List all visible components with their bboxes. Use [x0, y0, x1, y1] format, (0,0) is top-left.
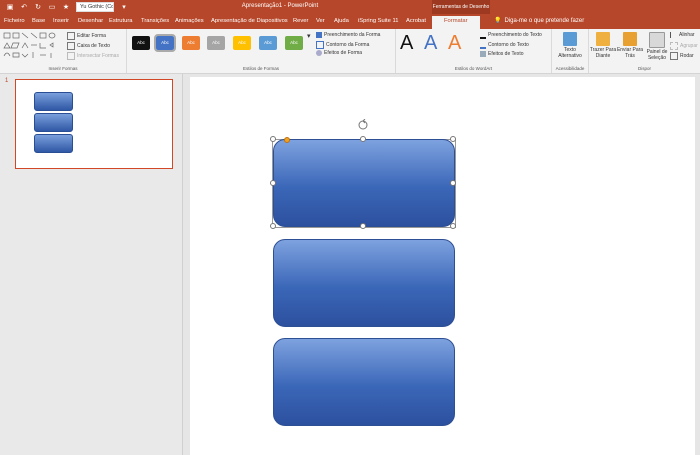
edit-shape-button[interactable]: Editar Forma: [67, 32, 106, 40]
resize-handle-n[interactable]: [360, 136, 366, 142]
style-preset-7[interactable]: Abc: [285, 36, 303, 50]
shapes-gallery[interactable]: [3, 32, 63, 60]
tab-base[interactable]: Base: [32, 18, 45, 24]
shape-styles-label: Estilos de Formas: [242, 66, 279, 71]
send-backward-button[interactable]: Enviar Para Trás: [616, 32, 644, 59]
selection-pane-button[interactable]: Painel de Seleção: [643, 32, 671, 61]
rotate-icon: [670, 52, 678, 60]
wordart-style-3[interactable]: A: [448, 32, 461, 55]
context-tab-group: Ferramentas de Desenho: [432, 0, 490, 14]
text-outline-button[interactable]: Contorno do Texto: [480, 41, 529, 49]
gallery-more-icon[interactable]: ▾: [307, 32, 311, 40]
text-box-button[interactable]: Caixa de Texto: [67, 42, 110, 50]
alt-text-button[interactable]: Texto Alternativo: [556, 32, 584, 59]
tab-apresentacao[interactable]: Apresentação de Diapositivos: [211, 18, 288, 24]
shape-fill-button[interactable]: Preenchimento da Forma: [316, 32, 380, 38]
slide-thumbnail-1[interactable]: [15, 79, 173, 169]
tab-ajuda[interactable]: Ajuda: [334, 18, 349, 24]
group-insert-shapes: Editar Forma Caixa de Texto Intersectar …: [0, 29, 127, 73]
text-fill-button[interactable]: Preenchimento do Texto: [480, 31, 542, 39]
send-backward-icon: [623, 32, 637, 46]
resize-handle-ne[interactable]: [450, 136, 456, 142]
rounded-rectangle-2[interactable]: [273, 239, 455, 327]
rotate-handle-icon[interactable]: [357, 119, 369, 131]
wordart-styles-label: Estilos do WordArt: [454, 66, 493, 71]
title-bar: ▣ ↶ ↻ ▭ ★ Yu Gothic (Co ▾ Apresentação1 …: [0, 0, 700, 14]
rounded-rectangle-1[interactable]: [273, 139, 455, 227]
rotate-button[interactable]: Rodar: [670, 52, 694, 60]
rounded-rectangle-3[interactable]: [273, 338, 455, 426]
slide-thumbnail-pane[interactable]: 1: [0, 74, 183, 455]
tab-ispring[interactable]: iSpring Suite 11: [358, 18, 399, 24]
alt-text-icon: [563, 32, 577, 46]
tab-rever[interactable]: Rever: [293, 18, 308, 24]
resize-handle-s[interactable]: [360, 223, 366, 229]
tab-acrobat[interactable]: Acrobat: [406, 18, 426, 24]
edit-shape-icon: [67, 32, 75, 40]
tab-ver[interactable]: Ver: [316, 18, 325, 24]
tab-formatar[interactable]: Formatar: [432, 16, 480, 29]
slide-number: 1: [5, 78, 9, 84]
insert-shapes-label: Inserir Formas: [48, 66, 78, 71]
tab-transicoes[interactable]: Transições: [141, 18, 169, 24]
tab-ficheiro[interactable]: Ficheiro: [4, 18, 25, 24]
style-preset-3[interactable]: Abc: [182, 36, 200, 50]
style-preset-6[interactable]: Abc: [259, 36, 277, 50]
slide-canvas[interactable]: [190, 77, 695, 455]
text-effects-icon: [480, 51, 486, 57]
merge-shapes-button[interactable]: Intersectar Formas: [67, 52, 119, 60]
group-wordart-styles: A A A Preenchimento do Texto Contorno do…: [396, 29, 552, 73]
resize-handle-nw[interactable]: [270, 136, 276, 142]
style-preset-5[interactable]: Abc: [233, 36, 251, 50]
bring-forward-icon: [596, 32, 610, 46]
ribbon: Editar Forma Caixa de Texto Intersectar …: [0, 29, 700, 74]
resize-handle-se[interactable]: [450, 223, 456, 229]
style-preset-2[interactable]: Abc: [154, 34, 176, 52]
style-preset-4[interactable]: Abc: [207, 36, 225, 50]
wordart-style-1[interactable]: A: [400, 32, 413, 55]
group-arrange: Trazer Para Diante Enviar Para Trás Pain…: [589, 29, 700, 73]
pen-icon: [316, 41, 324, 49]
effects-icon: [316, 50, 322, 56]
group-icon: [670, 42, 678, 50]
tab-desenhar[interactable]: Desenhar: [78, 18, 103, 24]
accessibility-label: Acessibilidade: [555, 66, 585, 71]
tab-estrutura[interactable]: Estrutura: [109, 18, 133, 24]
text-fill-icon: [480, 31, 486, 39]
group-shape-styles: Abc Abc Abc Abc Abc Abc Abc ▾ Preenchime…: [127, 29, 396, 73]
tell-me-box[interactable]: 💡 Diga-me o que pretende fazer: [494, 17, 585, 25]
resize-handle-w[interactable]: [270, 180, 276, 186]
text-box-icon: [67, 42, 75, 50]
arrange-label: Dispor: [637, 66, 651, 71]
lightbulb-icon: 💡: [494, 18, 502, 24]
tab-inserir[interactable]: Inserir: [53, 18, 69, 24]
align-icon: [670, 32, 677, 38]
wordart-style-2[interactable]: A: [424, 32, 437, 55]
group-accessibility: Texto Alternativo Acessibilidade: [552, 29, 589, 73]
tell-me-text: Diga-me o que pretende fazer: [504, 17, 585, 24]
align-button[interactable]: Alinhar: [670, 32, 695, 38]
shape-outline-button[interactable]: Contorno da Forma: [316, 41, 369, 49]
adjustment-handle[interactable]: [284, 137, 290, 143]
bring-forward-button[interactable]: Trazer Para Diante: [589, 32, 617, 59]
tab-animacoes[interactable]: Animações: [175, 18, 204, 24]
thumbnail-shape-2: [34, 113, 73, 132]
thumbnail-shape-1: [34, 92, 73, 111]
ribbon-tabs: Ficheiro Base Inserir Desenhar Estrutura…: [0, 14, 700, 29]
resize-handle-sw[interactable]: [270, 223, 276, 229]
resize-handle-e[interactable]: [450, 180, 456, 186]
text-effects-button[interactable]: Efeitos de Texto: [480, 51, 524, 57]
group-button[interactable]: Agrupar: [670, 42, 698, 50]
merge-shapes-icon: [67, 52, 75, 60]
style-preset-1[interactable]: Abc: [132, 36, 150, 50]
thumbnail-shape-3: [34, 134, 73, 153]
shape-effects-button[interactable]: Efeitos de Forma: [316, 50, 362, 56]
text-outline-icon: [480, 41, 486, 49]
selection-pane-icon: [649, 32, 665, 48]
paint-bucket-icon: [316, 32, 322, 38]
